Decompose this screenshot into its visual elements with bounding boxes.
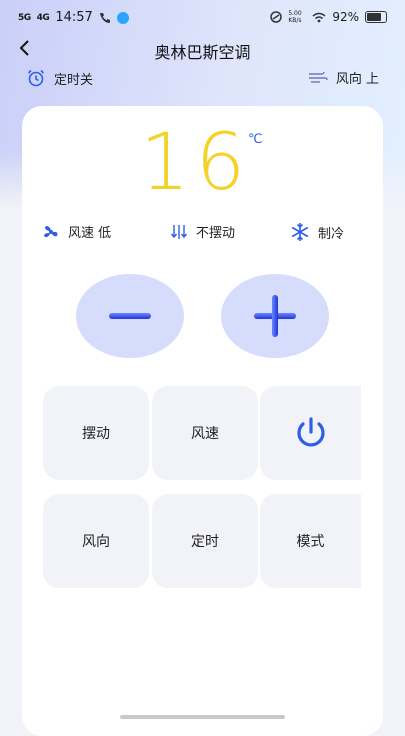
power-button[interactable] — [260, 386, 361, 480]
temperature-value: 16 — [140, 118, 252, 208]
battery-percent: 92% — [332, 10, 359, 24]
ac-status-row: 风速 低 不摆动 制冷 — [22, 222, 383, 248]
nfc-icon — [270, 11, 283, 23]
fan-speed-status: 风速 低 — [42, 222, 111, 241]
swing-button[interactable]: 摆动 — [43, 386, 149, 480]
status-right: 5.00 KB/s 92% — [270, 10, 387, 24]
top-status-row: 定时关 风向 上 — [0, 68, 405, 94]
wifi-icon — [312, 12, 326, 22]
app-header: 奥林巴斯空调 — [0, 34, 405, 64]
net-speed: 5.00 KB/s — [288, 10, 302, 24]
timer-button[interactable]: 定时 — [152, 494, 258, 588]
temperature-unit: ℃ — [248, 132, 263, 147]
control-card: 16 ℃ 风速 低 不摆动 制冷 摆动 风速 风向 定时 模式 — [22, 106, 383, 736]
phone-icon — [99, 12, 110, 23]
snowflake-icon — [291, 223, 309, 241]
signal-5g: 5G — [18, 12, 31, 23]
timer-label: 定时关 — [54, 72, 94, 88]
wind-icon — [308, 71, 328, 83]
alarm-clock-icon — [27, 69, 45, 87]
temperature-down-button[interactable] — [76, 274, 184, 358]
wind-direction-button-label: 风向 — [82, 534, 110, 550]
temperature-up-button[interactable] — [221, 274, 329, 358]
minus-icon — [109, 313, 151, 319]
home-indicator[interactable] — [120, 715, 285, 719]
fan-icon — [44, 225, 58, 237]
app-notification-icon — [116, 11, 129, 24]
timer-button-label: 定时 — [191, 534, 219, 550]
page-title: 奥林巴斯空调 — [154, 43, 251, 62]
wind-direction-status[interactable]: 风向 上 — [308, 68, 379, 87]
mode-status: 制冷 — [290, 222, 344, 242]
wind-direction-button[interactable]: 风向 — [43, 494, 149, 588]
mode-button[interactable]: 模式 — [260, 494, 361, 588]
swing-status-label: 不摆动 — [196, 226, 236, 241]
mode-button-label: 模式 — [296, 534, 325, 550]
swing-button-label: 摆动 — [82, 426, 110, 442]
fan-speed-status-label: 风速 低 — [68, 226, 112, 241]
signal-4g: 4G — [36, 12, 50, 23]
status-bar: 5G 4G 14:57 5.00 KB/s 92% — [0, 0, 405, 34]
swing-status: 不摆动 — [170, 222, 235, 241]
status-left: 5G 4G 14:57 — [18, 10, 129, 25]
mode-status-label: 制冷 — [318, 226, 345, 242]
power-icon — [296, 417, 325, 447]
clock-time: 14:57 — [55, 10, 93, 25]
plus-icon — [254, 295, 296, 337]
battery-icon — [365, 11, 387, 23]
timer-status[interactable]: 定时关 — [26, 68, 93, 88]
fan-speed-button[interactable]: 风速 — [152, 386, 258, 480]
wind-direction-label: 风向 上 — [335, 72, 379, 87]
fan-speed-button-label: 风速 — [191, 426, 219, 442]
swing-icon — [170, 224, 188, 239]
